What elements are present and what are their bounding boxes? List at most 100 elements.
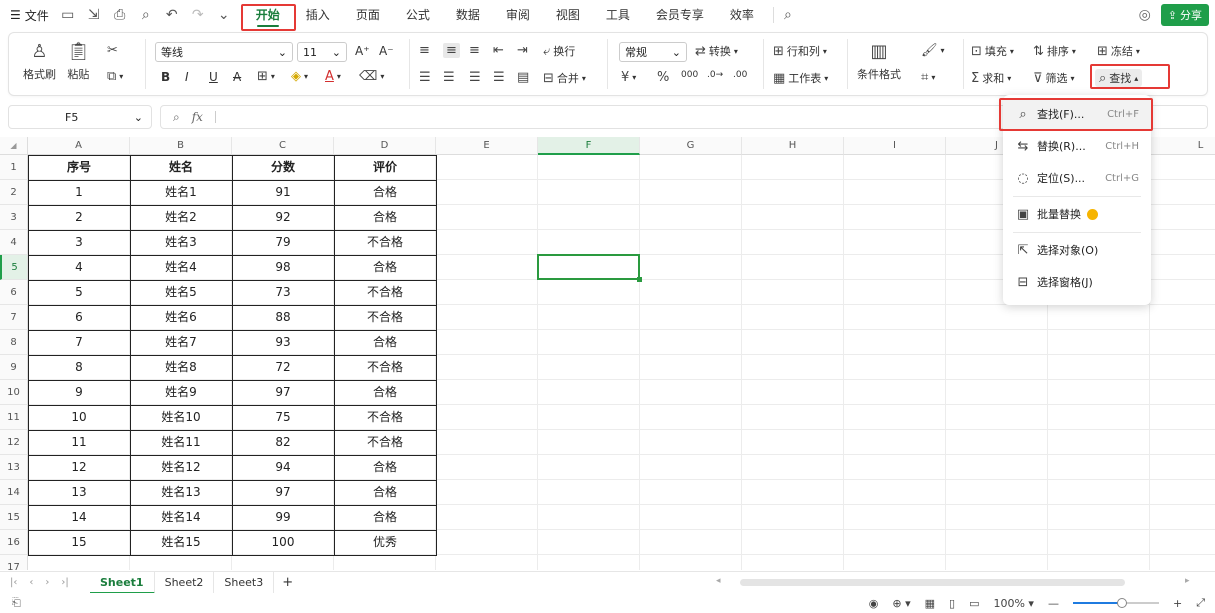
tab-2[interactable]: 页面: [343, 0, 393, 30]
strikethrough-button[interactable]: A: [233, 70, 241, 84]
align-top-button[interactable]: ≡: [419, 43, 430, 58]
table-cell[interactable]: 97: [232, 480, 334, 505]
table-cell[interactable]: 姓名5: [130, 280, 232, 305]
format-painter-button[interactable]: ♙ 格式刷: [23, 41, 56, 82]
decrease-indent-button[interactable]: ⇤: [493, 43, 504, 58]
chevron-down-icon[interactable]: ⌄: [217, 7, 231, 23]
table-cell[interactable]: 不合格: [334, 230, 436, 255]
prev-sheet-icon[interactable]: ‹: [29, 577, 33, 588]
dropdown-item-4[interactable]: ⇱ 选择对象(O): [1003, 235, 1151, 265]
tab-8[interactable]: 会员专享: [643, 0, 717, 30]
tab-6[interactable]: 视图: [543, 0, 593, 30]
align-left-button[interactable]: ☰: [419, 70, 431, 85]
currency-button[interactable]: ¥ ▾: [621, 70, 636, 85]
table-cell[interactable]: 14: [28, 505, 130, 530]
table-cell[interactable]: 姓名4: [130, 255, 232, 280]
zoom-in-button[interactable]: +: [1173, 597, 1182, 610]
table-cell[interactable]: 姓名2: [130, 205, 232, 230]
tab-7[interactable]: 工具: [593, 0, 643, 30]
table-cell[interactable]: 7: [28, 330, 130, 355]
last-sheet-icon[interactable]: ›|: [61, 577, 68, 588]
dropdown-item-2[interactable]: ◌ 定位(S)... Ctrl+G: [1003, 163, 1151, 193]
table-cell[interactable]: 不合格: [334, 355, 436, 380]
search-icon[interactable]: ⌕: [772, 7, 792, 23]
row-header-15[interactable]: 15: [0, 505, 28, 530]
dropdown-item-1[interactable]: ⇆ 替换(R)... Ctrl+H: [1003, 131, 1151, 161]
cell-style-button[interactable]: 🖌︎ ▾: [921, 43, 945, 58]
table-cell[interactable]: 75: [232, 405, 334, 430]
dropdown-item-3[interactable]: ▣ 批量替换: [1003, 199, 1151, 229]
column-header-h[interactable]: H: [742, 137, 844, 155]
column-header-e[interactable]: E: [436, 137, 538, 155]
table-cell[interactable]: 13: [28, 480, 130, 505]
row-header-11[interactable]: 11: [0, 405, 28, 430]
merge-button[interactable]: ⊟ 合并 ▾: [543, 70, 586, 86]
first-sheet-icon[interactable]: |‹: [10, 577, 17, 588]
underline-button[interactable]: U: [209, 70, 218, 84]
row-header-9[interactable]: 9: [0, 355, 28, 380]
share-button[interactable]: ⇪ 分享: [1160, 4, 1209, 26]
row-header-14[interactable]: 14: [0, 480, 28, 505]
table-cell[interactable]: 5: [28, 280, 130, 305]
table-cell[interactable]: 姓名3: [130, 230, 232, 255]
table-cell[interactable]: 合格: [334, 505, 436, 530]
zoom-level[interactable]: 100% ▾: [993, 597, 1033, 610]
table-cell[interactable]: 合格: [334, 330, 436, 355]
tab-0[interactable]: 开始: [243, 0, 293, 30]
row-header-7[interactable]: 7: [0, 305, 28, 330]
font-color-button[interactable]: A ▾: [325, 69, 341, 84]
align-right-button[interactable]: ☰: [469, 70, 481, 85]
fx-icon[interactable]: fx: [192, 110, 203, 124]
table-style-button[interactable]: ⌗ ▾: [921, 70, 935, 85]
table-cell[interactable]: 姓名12: [130, 455, 232, 480]
row-header-10[interactable]: 10: [0, 380, 28, 405]
table-cell[interactable]: 10: [28, 405, 130, 430]
distributed-button[interactable]: ▤: [517, 70, 529, 85]
tab-5[interactable]: 审阅: [493, 0, 543, 30]
table-cell[interactable]: 100: [232, 530, 334, 555]
page-layout-icon[interactable]: ▯: [949, 597, 955, 610]
table-header-cell[interactable]: 序号: [28, 155, 130, 180]
row-header-3[interactable]: 3: [0, 205, 28, 230]
table-cell[interactable]: 姓名13: [130, 480, 232, 505]
table-cell[interactable]: 72: [232, 355, 334, 380]
table-cell[interactable]: 92: [232, 205, 334, 230]
next-sheet-icon[interactable]: ›: [45, 577, 49, 588]
table-cell[interactable]: 姓名6: [130, 305, 232, 330]
table-cell[interactable]: 6: [28, 305, 130, 330]
number-format-select[interactable]: 常规 ⌄: [619, 42, 687, 62]
fullscreen-icon[interactable]: ⤢: [1196, 596, 1205, 610]
table-cell[interactable]: 姓名7: [130, 330, 232, 355]
table-cell[interactable]: 73: [232, 280, 334, 305]
worksheet-button[interactable]: ▦ 工作表 ▾: [773, 70, 828, 86]
table-cell[interactable]: 合格: [334, 180, 436, 205]
tab-1[interactable]: 插入: [293, 0, 343, 30]
column-header-f[interactable]: F: [538, 137, 640, 155]
table-cell[interactable]: 12: [28, 455, 130, 480]
align-middle-button[interactable]: ≡: [443, 43, 460, 58]
conditional-format-button[interactable]: ▥ 条件格式: [857, 41, 901, 82]
row-header-16[interactable]: 16: [0, 530, 28, 555]
row-header-13[interactable]: 13: [0, 455, 28, 480]
add-sheet-button[interactable]: +: [274, 575, 301, 590]
tab-3[interactable]: 公式: [393, 0, 443, 30]
borders-button[interactable]: ⊞ ▾: [257, 69, 275, 84]
macro-icon[interactable]: ⎗: [0, 596, 21, 610]
clear-button[interactable]: ⌫ ▾: [359, 69, 384, 84]
selected-cell[interactable]: [537, 254, 642, 282]
table-cell[interactable]: 姓名15: [130, 530, 232, 555]
table-cell[interactable]: 88: [232, 305, 334, 330]
table-cell[interactable]: 合格: [334, 480, 436, 505]
scroll-left-icon[interactable]: ◂: [716, 576, 721, 586]
table-cell[interactable]: 不合格: [334, 305, 436, 330]
name-box[interactable]: F5 ⌄: [8, 105, 152, 129]
column-header-g[interactable]: G: [640, 137, 742, 155]
tab-4[interactable]: 数据: [443, 0, 493, 30]
table-cell[interactable]: 合格: [334, 205, 436, 230]
table-cell[interactable]: 97: [232, 380, 334, 405]
increase-indent-button[interactable]: ⇥: [517, 43, 528, 58]
table-cell[interactable]: 3: [28, 230, 130, 255]
file-menu[interactable]: ☰ 文件: [10, 7, 49, 24]
decrease-font-button[interactable]: A⁻: [379, 44, 394, 58]
table-header-cell[interactable]: 姓名: [130, 155, 232, 180]
